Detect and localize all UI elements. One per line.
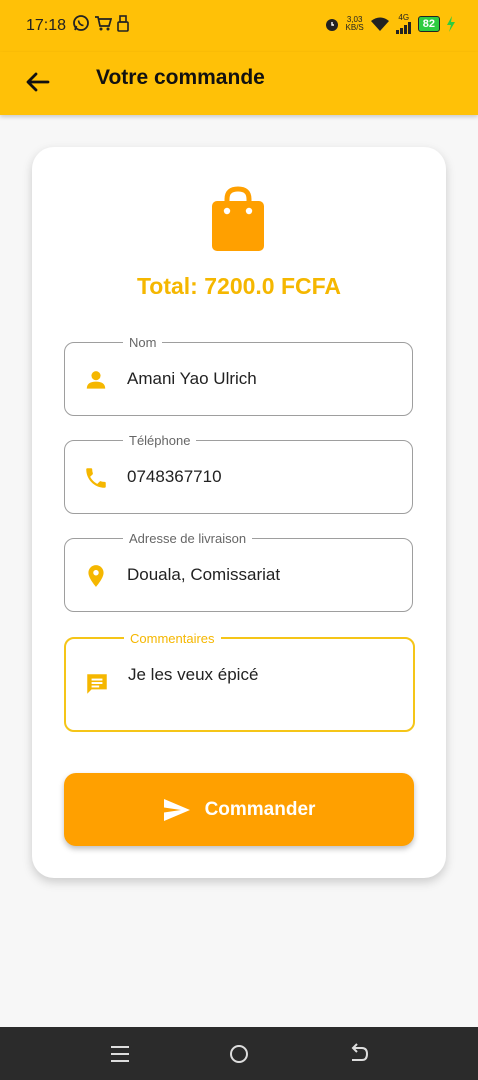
arrow-left-icon	[26, 72, 50, 92]
home-button[interactable]	[226, 1041, 252, 1067]
battery-icon: 82	[417, 16, 440, 32]
shopping-bag-icon	[212, 186, 264, 251]
order-card: Total: 7200.0 FCFA Nom Amani Yao Ulrich …	[32, 147, 446, 878]
nav-back-button[interactable]	[346, 1041, 372, 1067]
comments-label: Commentaires	[124, 631, 221, 646]
person-icon	[86, 371, 106, 389]
location-pin-icon	[88, 565, 104, 587]
order-button[interactable]: Commander	[64, 773, 414, 846]
back-button[interactable]	[22, 66, 54, 98]
page-title: Votre commande	[96, 66, 265, 89]
name-value: Amani Yao Ulrich	[127, 369, 257, 388]
order-total: Total: 7200.0 FCFA	[136, 273, 342, 299]
app-bar: Votre commande	[0, 52, 478, 115]
phone-value: 0748367710	[127, 467, 222, 486]
charging-icon	[447, 16, 455, 32]
usb-icon	[117, 15, 129, 32]
status-right-icons: 3,03 KB/S 4G 82	[324, 14, 456, 34]
home-circle-icon	[230, 1045, 248, 1063]
cart-icon	[95, 16, 112, 31]
whatsapp-icon	[73, 15, 89, 31]
comment-icon	[87, 674, 107, 694]
system-nav-bar	[0, 1027, 478, 1080]
address-field[interactable]: Adresse de livraison Douala, Comissariat	[64, 531, 413, 612]
status-bar: 17:18 3,03 KB/S 4G 82	[0, 0, 478, 52]
wifi-icon	[370, 17, 389, 31]
status-left-icons	[72, 14, 130, 32]
send-icon	[163, 798, 190, 821]
name-label: Nom	[123, 335, 163, 350]
signal-icon	[395, 22, 411, 34]
order-button-label: Commander	[204, 798, 316, 820]
status-time: 17:18	[26, 17, 67, 34]
menu-button[interactable]	[107, 1041, 133, 1067]
phone-icon	[86, 468, 106, 488]
name-field[interactable]: Nom Amani Yao Ulrich	[64, 335, 413, 416]
back-icon	[351, 1043, 369, 1061]
address-value: Douala, Comissariat	[127, 565, 281, 584]
alarm-icon	[325, 19, 338, 31]
speed-unit: KB/S	[345, 23, 364, 32]
network-type: 4G	[398, 13, 410, 22]
comments-field[interactable]: Commentaires Je les veux épicé	[64, 631, 415, 732]
comments-value: Je les veux épicé	[128, 665, 259, 684]
phone-label: Téléphone	[123, 433, 197, 448]
network-speed: 3,03 KB/S	[346, 16, 364, 32]
order-button-content: Commander	[64, 773, 414, 846]
address-label: Adresse de livraison	[123, 531, 253, 546]
menu-icon	[111, 1046, 129, 1062]
phone-field[interactable]: Téléphone 0748367710	[64, 433, 413, 514]
